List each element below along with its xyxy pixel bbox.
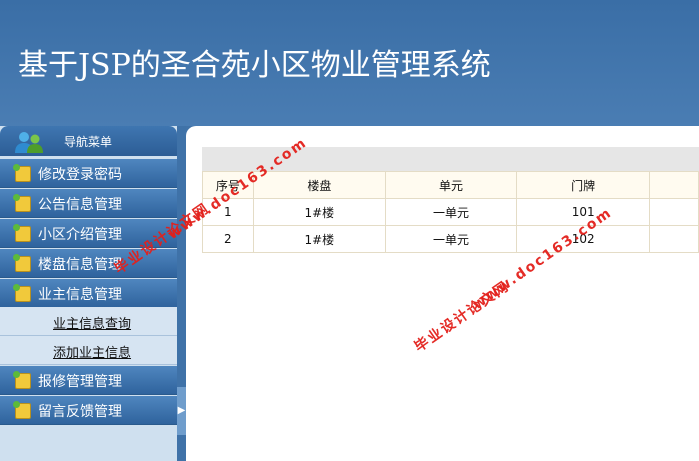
table-cell: 1#楼 [252, 225, 386, 253]
sidebar-subitem-owner-query[interactable]: 业主信息查询 [0, 307, 177, 336]
table-row: 1 1#楼 一单元 101 [202, 198, 699, 226]
sidebar-item-feedback[interactable]: 留言反馈管理 [0, 396, 177, 425]
column-header: 门牌 [516, 171, 651, 199]
sidebar-item-owners[interactable]: 业主信息管理 [0, 279, 177, 308]
sidebar-item-label: 公告信息管理 [38, 197, 122, 213]
nav-title: 导航菜单 [64, 135, 113, 149]
owner-table: 序号 楼盘 单元 门牌 1 1#楼 一单元 101 2 1#楼 一单元 102 [202, 171, 699, 253]
table-cell: 一单元 [384, 198, 518, 226]
sidebar-item-label: 报修管理管理 [38, 374, 122, 390]
folder-add-icon [13, 224, 31, 242]
sidebar-subitem-label[interactable]: 业主信息查询 [53, 313, 131, 332]
sidebar-item-announcements[interactable]: 公告信息管理 [0, 189, 177, 218]
sidebar-item-label: 小区介绍管理 [38, 227, 122, 243]
folder-add-icon [13, 371, 31, 389]
header: 基于JSP的圣合苑小区物业管理系统 [0, 0, 699, 126]
sidebar-subitem-label[interactable]: 添加业主信息 [53, 342, 131, 361]
table-cell: 1#楼 [252, 198, 386, 226]
folder-open-icon [13, 284, 31, 302]
nav-header: 导航菜单 [0, 126, 177, 156]
sidebar-item-label: 业主信息管理 [38, 287, 122, 303]
column-header [649, 171, 699, 199]
folder-add-icon [13, 254, 31, 272]
table-row: 2 1#楼 一单元 102 [202, 225, 699, 253]
users-icon [15, 132, 43, 153]
sidebar-item-label: 楼盘信息管理 [38, 257, 122, 273]
table-cell: 2 [202, 225, 254, 253]
column-header: 单元 [384, 171, 518, 199]
sidebar-item-label: 修改登录密码 [38, 167, 122, 183]
sidebar-item-label: 留言反馈管理 [38, 404, 122, 420]
table-cell: 一单元 [384, 225, 518, 253]
sidebar-subitem-add-owner[interactable]: 添加业主信息 [0, 336, 177, 365]
collapse-arrow-icon[interactable]: ▶ [177, 387, 186, 435]
folder-add-icon [13, 401, 31, 419]
table-cell [649, 198, 699, 226]
folder-add-icon [13, 194, 31, 212]
page-title: 基于JSP的圣合苑小区物业管理系统 [18, 48, 491, 83]
sidebar-item-repairs[interactable]: 报修管理管理 [0, 366, 177, 395]
sidebar-item-change-password[interactable]: 修改登录密码 [0, 159, 177, 188]
column-header: 楼盘 [252, 171, 386, 199]
table-header-row: 序号 楼盘 单元 门牌 [202, 171, 699, 199]
folder-add-icon [13, 164, 31, 182]
sidebar: 导航菜单 修改登录密码 公告信息管理 小区介绍管理 楼盘信息管理 业主信息管理 … [0, 126, 177, 461]
table-cell [649, 225, 699, 253]
